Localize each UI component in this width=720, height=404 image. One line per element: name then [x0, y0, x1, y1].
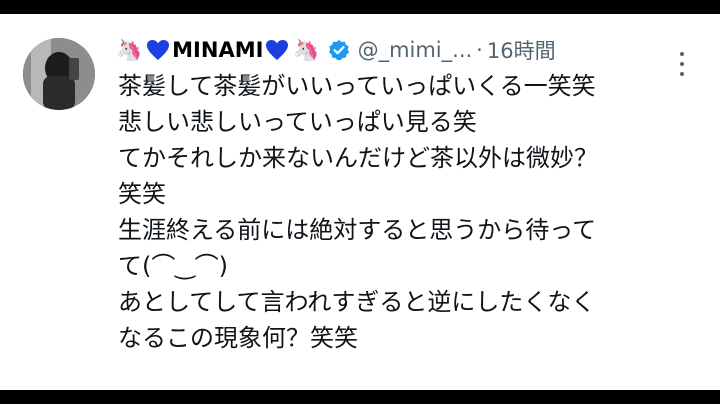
tweet-text-line: 悲しい悲しいっていっぱい見る笑 [118, 108, 477, 136]
tweet-text-line: 生涯終える前には絶対すると思うから待って [118, 216, 597, 244]
blue-heart-icon [265, 39, 289, 61]
tweet-text: 茶髪して茶髪がいいっていっぱいくる一笑笑 悲しい悲しいっていっぱい見る笑 てかそ… [118, 68, 708, 356]
user-handle[interactable]: @_mimi_... [358, 38, 473, 62]
timestamp[interactable]: 16時間 [487, 35, 556, 65]
unicorn-emoji-icon: 🦄 [116, 37, 143, 62]
tweet-text-line: 茶髪して茶髪がいいっていっぱいくる一笑笑 [118, 72, 596, 100]
separator-dot: · [476, 38, 483, 62]
tweet-text-line: てかそれしか来ないんだけど茶以外は微妙？ [118, 144, 598, 172]
unicorn-emoji-icon: 🦄 [293, 37, 320, 62]
verified-badge-icon [328, 39, 350, 61]
display-name-text: MINAMI [172, 38, 264, 62]
tweet-text-line: なるこの現象何？笑笑 [118, 324, 358, 352]
tweet-header: 🦄 MINAMI 🦄 @_mimi_... · 16時間 [114, 36, 694, 64]
tweet-text-line: て(⌒‿⌒) [118, 252, 229, 280]
avatar[interactable] [23, 38, 95, 110]
avatar-photo [23, 38, 95, 110]
display-name[interactable]: 🦄 MINAMI 🦄 [114, 38, 322, 63]
tweet-card: 🦄 MINAMI 🦄 @_mimi_... · 16時間 茶髪して茶髪がいいって… [0, 14, 720, 390]
tweet-text-line: 笑笑 [118, 180, 166, 208]
tweet-text-line: あとしてして言われすぎると逆にしたくなく [118, 288, 596, 316]
blue-heart-icon [146, 39, 170, 61]
